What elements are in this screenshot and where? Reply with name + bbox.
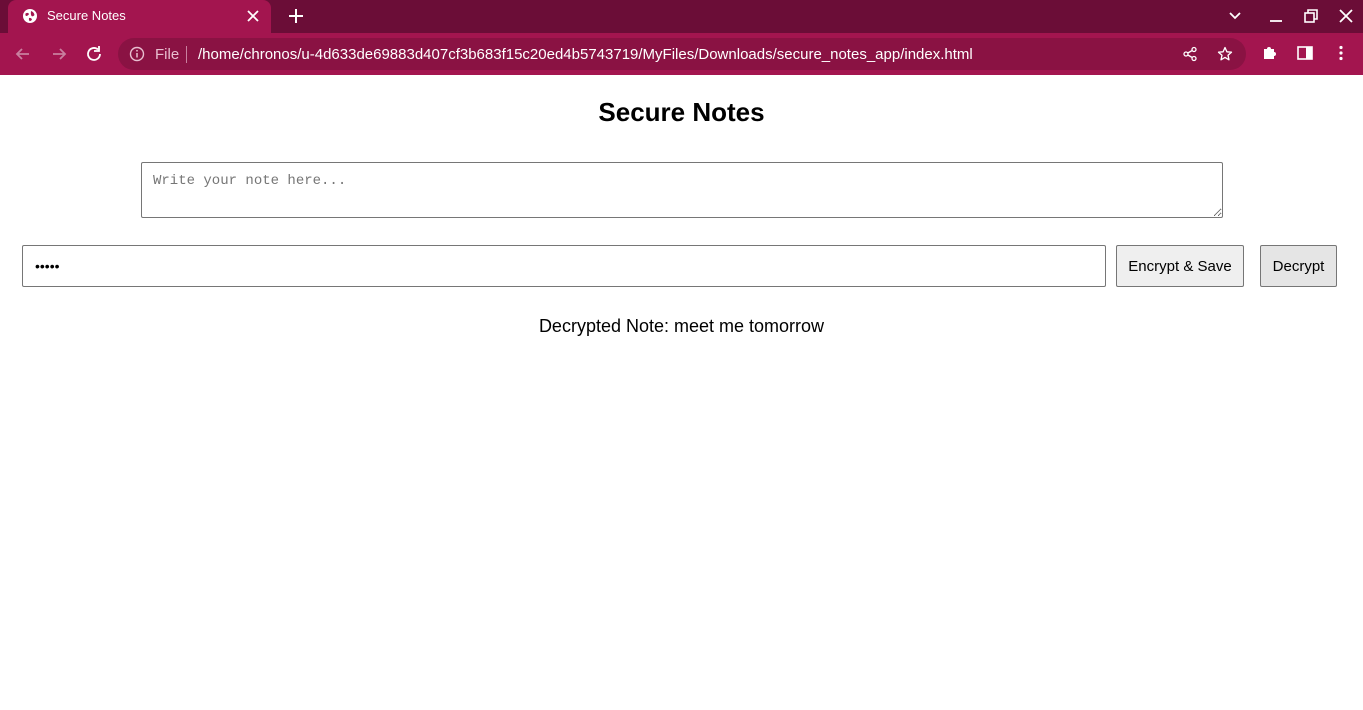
decrypt-button[interactable]: Decrypt	[1260, 245, 1337, 287]
note-textarea[interactable]	[141, 162, 1223, 218]
tab-secure-notes[interactable]: Secure Notes	[8, 0, 271, 33]
extensions-icon[interactable]	[1261, 44, 1279, 62]
tab-strip: Secure Notes	[0, 0, 1363, 33]
forward-icon[interactable]	[49, 44, 69, 64]
close-icon[interactable]	[246, 9, 260, 23]
page-content: Secure Notes Encrypt & Save Decrypt Decr…	[0, 75, 1363, 710]
decrypted-note-output: Decrypted Note: meet me tomorrow	[538, 316, 825, 336]
share-icon[interactable]	[1182, 46, 1198, 62]
info-icon[interactable]	[129, 46, 145, 62]
url-text[interactable]: /home/chronos/u-4d633de69883d407cf3b683f…	[198, 46, 973, 63]
encrypt-save-button[interactable]: Encrypt & Save	[1116, 245, 1244, 287]
window-close-icon[interactable]	[1337, 7, 1355, 25]
omnibox-divider	[186, 46, 187, 63]
reload-icon[interactable]	[84, 44, 104, 64]
tab-title: Secure Notes	[47, 8, 126, 23]
page-title: Secure Notes	[598, 97, 765, 127]
plus-icon[interactable]	[287, 7, 305, 25]
side-panel-icon[interactable]	[1296, 44, 1314, 62]
chevron-down-icon[interactable]	[1226, 7, 1244, 25]
menu-icon[interactable]	[1332, 44, 1350, 62]
restore-icon[interactable]	[1302, 7, 1320, 25]
browser-toolbar: File /home/chronos/u-4d633de69883d407cf3…	[0, 33, 1363, 75]
scheme-label: File	[155, 46, 180, 63]
star-icon[interactable]	[1217, 46, 1233, 62]
minimize-icon[interactable]	[1267, 7, 1285, 25]
globe-icon	[23, 9, 37, 23]
password-input[interactable]	[22, 245, 1106, 287]
back-icon[interactable]	[13, 44, 33, 64]
address-bar[interactable]: File /home/chronos/u-4d633de69883d407cf3…	[118, 38, 1246, 70]
